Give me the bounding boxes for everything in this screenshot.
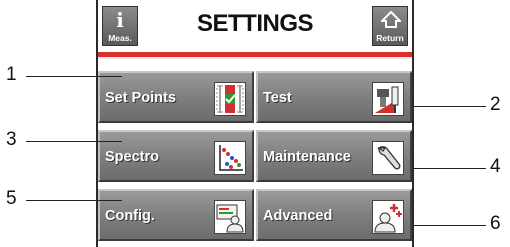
callout-4: 4	[490, 156, 501, 177]
callout-5: 5	[6, 188, 17, 209]
maintenance-button[interactable]: Maintenance	[256, 130, 412, 182]
callout-6: 6	[490, 213, 501, 234]
config-icon	[214, 200, 246, 234]
leader-line-1	[26, 76, 122, 77]
leader-line-5	[26, 200, 122, 201]
spectro-button[interactable]: Spectro	[98, 130, 254, 182]
wrench-icon	[372, 141, 404, 175]
info-icon: i	[116, 8, 124, 32]
callout-3: 3	[6, 129, 17, 150]
maintenance-label: Maintenance	[263, 149, 351, 165]
return-button[interactable]: Return	[372, 6, 408, 46]
header-bar: i Meas. SETTINGS Return	[98, 0, 412, 50]
config-label: Config.	[105, 208, 155, 224]
home-up-icon	[381, 11, 401, 28]
page-title: SETTINGS	[196, 10, 314, 37]
set-points-icon	[214, 82, 246, 116]
header-shadow	[98, 57, 412, 59]
test-label: Test	[263, 90, 292, 106]
set-points-label: Set Points	[105, 90, 176, 106]
settings-screen: i Meas. SETTINGS Return Set Points Test …	[96, 0, 414, 247]
config-button[interactable]: Config.	[98, 189, 254, 241]
spectro-label: Spectro	[105, 149, 159, 165]
advanced-label: Advanced	[263, 208, 333, 224]
meas-button[interactable]: i Meas.	[102, 6, 138, 46]
test-icon	[372, 82, 404, 116]
meas-button-label: Meas.	[108, 33, 132, 43]
return-button-label: Return	[376, 33, 404, 43]
leader-line-4	[414, 168, 486, 169]
callout-2: 2	[490, 94, 501, 115]
leader-line-6	[414, 225, 486, 226]
leader-line-2	[414, 106, 486, 107]
leader-line-3	[26, 141, 122, 142]
set-points-button[interactable]: Set Points	[98, 71, 254, 123]
callout-1: 1	[6, 64, 17, 85]
test-button[interactable]: Test	[256, 71, 412, 123]
spectro-icon	[214, 141, 246, 175]
advanced-button[interactable]: Advanced	[256, 189, 412, 241]
advanced-user-icon	[372, 200, 404, 234]
